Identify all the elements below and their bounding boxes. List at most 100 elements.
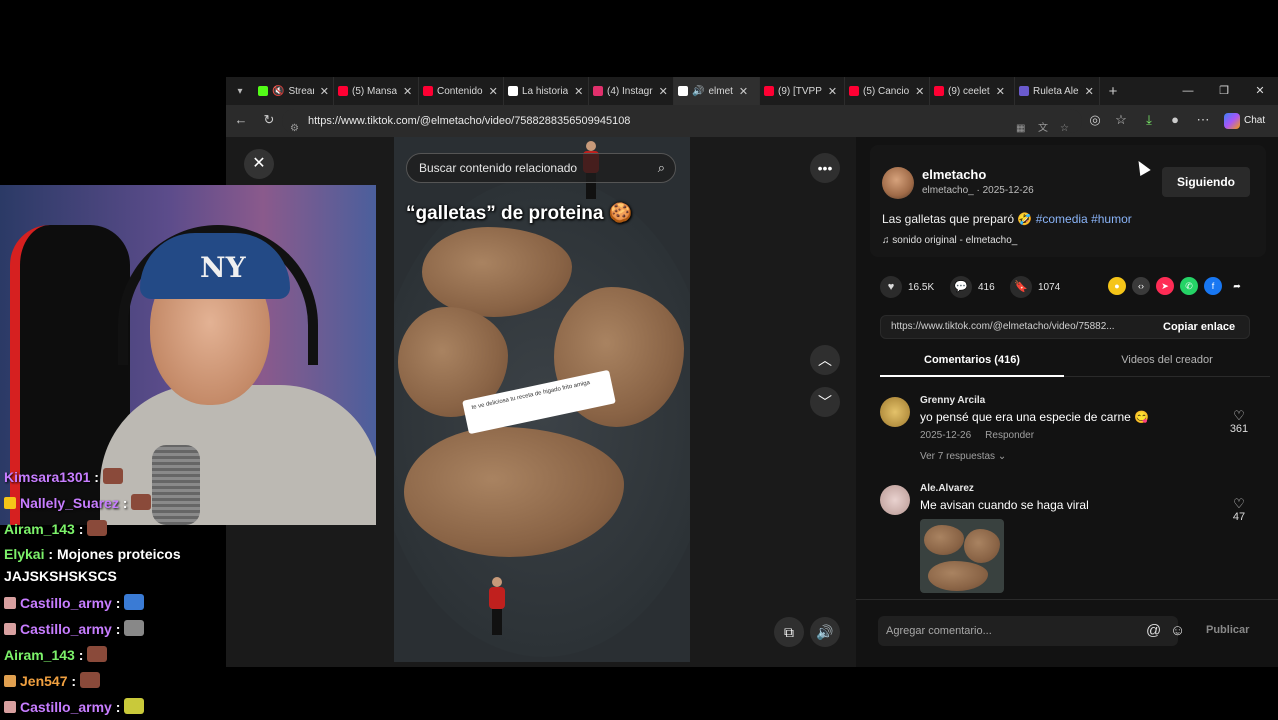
following-button[interactable]: Siguiendo bbox=[1162, 167, 1250, 197]
tab-label: Stream bbox=[288, 85, 313, 97]
share-link-text[interactable]: https://www.tiktok.com/@elmetacho/video/… bbox=[891, 321, 1163, 332]
browser-tab[interactable]: (4) Instagr ✕ bbox=[589, 77, 674, 105]
comment-image[interactable] bbox=[920, 519, 1004, 593]
comment-like[interactable]: ♡ 47 bbox=[1228, 497, 1250, 524]
view-replies-button[interactable]: Ver 7 respuestas ⌄ bbox=[920, 451, 1006, 462]
close-tab-icon[interactable]: ✕ bbox=[915, 85, 924, 98]
chat-message: Airam_143 : bbox=[4, 520, 108, 537]
copilot-chat-button[interactable]: Chat bbox=[1220, 110, 1274, 132]
browser-tab[interactable]: (9) ceelet ✕ bbox=[930, 77, 1015, 105]
address-bar[interactable]: ⚙ https://www.tiktok.com/@elmetacho/vide… bbox=[282, 109, 1082, 134]
bookmark-icon[interactable]: 🔖 bbox=[1010, 276, 1032, 298]
save-stat[interactable]: 🔖 1074 bbox=[1010, 275, 1060, 299]
emote-icon bbox=[102, 468, 123, 484]
browser-tab[interactable]: Contenido ✕ bbox=[419, 77, 504, 105]
more-options-icon[interactable]: ••• bbox=[810, 153, 840, 183]
browser-tab[interactable]: (5) Cancio ✕ bbox=[845, 77, 930, 105]
browser-tab[interactable]: (9) [TVPP ✕ bbox=[760, 77, 845, 105]
browser-tab[interactable]: La historia ✕ bbox=[504, 77, 589, 105]
comment-like-count: 47 bbox=[1232, 511, 1246, 523]
close-tab-icon[interactable]: ✕ bbox=[403, 85, 412, 98]
previous-video-icon[interactable]: ︿ bbox=[810, 345, 840, 375]
profile-icon[interactable]: ● bbox=[1166, 112, 1184, 127]
close-tab-icon[interactable]: ✕ bbox=[828, 85, 837, 98]
like-stat[interactable]: ♥ 16.5K bbox=[880, 275, 934, 299]
chat-username: Castillo_army bbox=[20, 595, 112, 611]
new-tab-icon[interactable]: + bbox=[1100, 83, 1126, 100]
comment-stat[interactable]: 💬 416 bbox=[950, 275, 995, 299]
browser-tab[interactable]: Ruleta Ale ✕ bbox=[1015, 77, 1100, 105]
sound-link[interactable]: ♫ sonido original - elmetacho_ bbox=[882, 235, 1017, 246]
facebook-icon[interactable]: f bbox=[1204, 277, 1222, 295]
extension-icon[interactable]: ◎ bbox=[1086, 112, 1104, 128]
heart-icon[interactable]: ♥ bbox=[880, 276, 902, 298]
browser-tab[interactable]: (5) Mansa ✕ bbox=[334, 77, 419, 105]
reply-button[interactable]: Responder bbox=[985, 430, 1034, 441]
commenter-name[interactable]: Grenny Arcila bbox=[920, 395, 985, 406]
chat-message: Castillo_army : bbox=[4, 620, 145, 637]
comment-like[interactable]: ♡ 361 bbox=[1228, 409, 1250, 436]
close-video-button[interactable]: ✕ bbox=[244, 149, 274, 179]
comment-bubble-icon[interactable]: 💬 bbox=[950, 276, 972, 298]
comment-item: Grenny Arcila yo pensé que era una espec… bbox=[880, 395, 1260, 469]
search-placeholder: Buscar contenido relacionado bbox=[419, 161, 578, 175]
restore-icon[interactable]: ❐ bbox=[1206, 77, 1242, 105]
favorites-icon[interactable]: ☆ bbox=[1112, 112, 1130, 128]
emote-icon bbox=[80, 672, 101, 688]
download-icon[interactable]: ⤓ bbox=[1140, 112, 1158, 128]
close-tab-icon[interactable]: ✕ bbox=[1085, 85, 1094, 98]
embed-icon[interactable]: ‹› bbox=[1132, 277, 1150, 295]
youtube-icon bbox=[764, 86, 774, 96]
close-tab-icon[interactable]: ✕ bbox=[489, 85, 498, 98]
tab-creator-videos[interactable]: Videos del creador bbox=[1075, 349, 1259, 377]
author-avatar[interactable] bbox=[882, 167, 914, 199]
close-tab-icon[interactable]: ✕ bbox=[320, 85, 329, 98]
coin-share-icon[interactable]: ● bbox=[1108, 277, 1126, 295]
tab-list-chevron-icon[interactable]: ▾ bbox=[226, 86, 254, 97]
heart-outline-icon[interactable]: ♡ bbox=[1228, 409, 1250, 423]
close-tab-icon[interactable]: ✕ bbox=[659, 85, 668, 98]
reload-icon[interactable]: ↻ bbox=[260, 112, 278, 128]
floating-player-icon[interactable]: ⧉ bbox=[774, 617, 804, 647]
related-search-input[interactable]: Buscar contenido relacionado ⌕ bbox=[406, 153, 676, 183]
copy-link-button[interactable]: Copiar enlace bbox=[1163, 321, 1235, 333]
commenter-name[interactable]: Ale.Alvarez bbox=[920, 483, 974, 494]
send-share-icon[interactable]: ➤ bbox=[1156, 277, 1174, 295]
chat-username: Jen547 bbox=[20, 673, 68, 689]
volume-icon[interactable]: 🔊 bbox=[810, 617, 840, 647]
hashtag-link[interactable]: #comedia bbox=[1036, 212, 1088, 226]
comment-input[interactable]: Agregar comentario... bbox=[878, 616, 1178, 646]
tab-label: (4) Instagr bbox=[607, 85, 653, 97]
commenter-avatar[interactable] bbox=[880, 485, 910, 515]
close-window-icon[interactable]: ✕ bbox=[1242, 77, 1278, 105]
chat-message: Airam_143 : bbox=[4, 646, 108, 663]
author-name[interactable]: elmetacho bbox=[922, 167, 986, 182]
back-icon[interactable]: ← bbox=[232, 112, 250, 127]
comment-date: 2025-12-26 bbox=[920, 430, 972, 441]
close-tab-icon[interactable]: ✕ bbox=[574, 85, 583, 98]
more-menu-icon[interactable]: ⋯ bbox=[1194, 112, 1212, 128]
search-icon[interactable]: ⌕ bbox=[658, 154, 665, 182]
close-tab-icon[interactable]: ✕ bbox=[996, 85, 1005, 98]
speaker-icon[interactable]: 🔊 bbox=[692, 86, 704, 97]
browser-tab[interactable]: 🔇 Stream ✕ bbox=[254, 77, 334, 105]
minimize-icon[interactable]: — bbox=[1170, 77, 1206, 105]
publish-button[interactable]: Publicar bbox=[1206, 624, 1249, 636]
muted-icon[interactable]: 🔇 bbox=[272, 86, 284, 97]
replies-label: Ver 7 respuestas bbox=[920, 451, 996, 462]
mention-icon[interactable]: @ bbox=[1146, 622, 1161, 639]
emoji-icon[interactable]: ☺ bbox=[1170, 622, 1185, 639]
emote-icon bbox=[124, 698, 145, 714]
heart-outline-icon[interactable]: ♡ bbox=[1228, 497, 1250, 511]
next-video-icon[interactable]: ﹀ bbox=[810, 387, 840, 417]
hashtag-link[interactable]: #humor bbox=[1091, 212, 1132, 226]
share-arrow-icon[interactable]: ➦ bbox=[1228, 277, 1246, 295]
browser-tab-active[interactable]: 🔊 elmet ✕ bbox=[674, 77, 760, 105]
tab-comments[interactable]: Comentarios (416) bbox=[880, 349, 1064, 377]
video-player[interactable]: te ve deliciosa tu receta de higado frit… bbox=[394, 137, 690, 662]
chat-username: Kimsara1301 bbox=[4, 469, 91, 485]
whatsapp-icon[interactable]: ✆ bbox=[1180, 277, 1198, 295]
close-tab-icon[interactable]: ✕ bbox=[739, 85, 748, 98]
commenter-avatar[interactable] bbox=[880, 397, 910, 427]
chevron-down-icon: ⌄ bbox=[997, 451, 1007, 462]
